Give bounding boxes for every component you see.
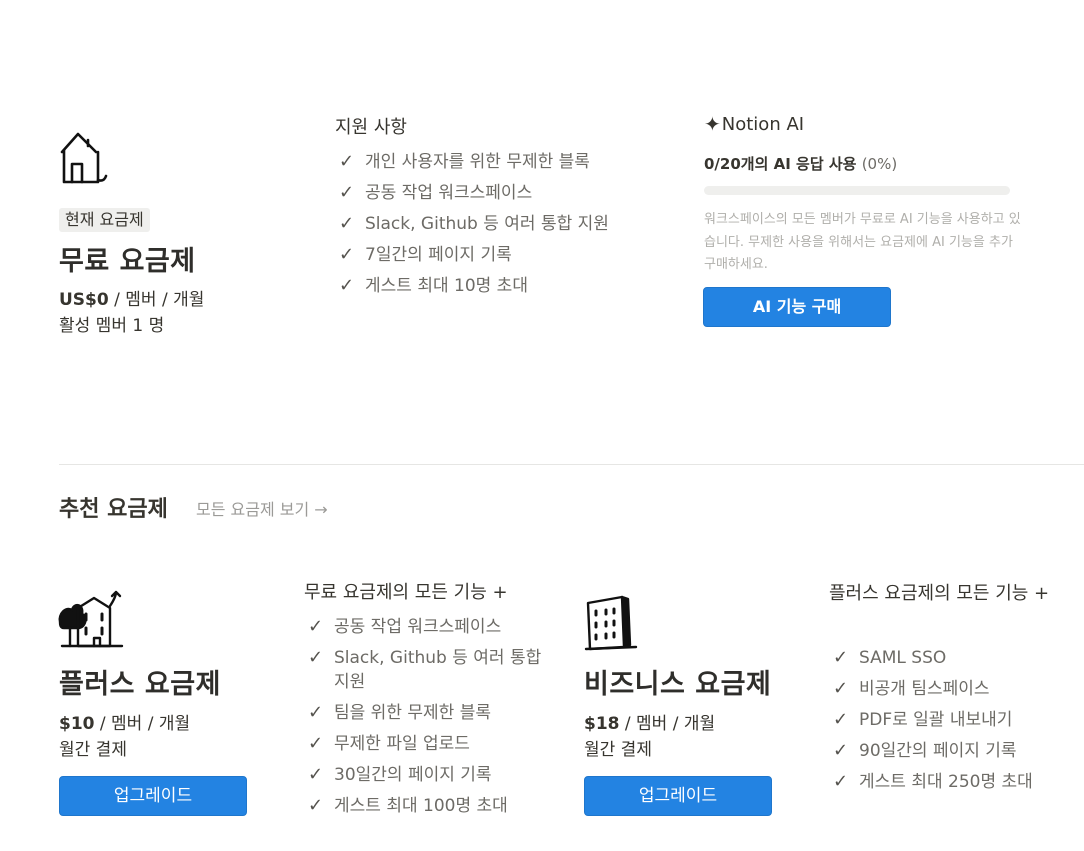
list-item: ✓ 공동 작업 워크스페이스 xyxy=(339,182,533,203)
plus-feature-list: ✓ 공동 작업 워크스페이스 ✓ Slack, Github 등 여러 통합 지원 … xyxy=(304,615,554,825)
list-item: ✓ 팀을 위한 무제한 블록 xyxy=(308,702,491,723)
sparkle-icon: ✦ xyxy=(704,112,721,136)
list-item: ✓ 게스트 최대 100명 초대 xyxy=(308,795,508,816)
office-building-icon xyxy=(584,595,640,651)
price-unit: / 멤버 / 개월 xyxy=(108,290,205,310)
price-unit: / 멤버 / 개월 xyxy=(619,714,716,734)
price-amount: $18 xyxy=(584,714,620,734)
checkmark-icon: ✓ xyxy=(339,182,355,203)
checkmark-icon: ✓ xyxy=(339,213,355,234)
price-unit: / 멤버 / 개월 xyxy=(94,714,191,734)
current-plan-name: 무료 요금제 xyxy=(59,246,196,277)
list-item: ✓ 공동 작업 워크스페이스 xyxy=(308,616,502,637)
list-item: ✓ PDF로 일괄 내보내기 xyxy=(833,709,1013,730)
support-title: 지원 사항 xyxy=(335,117,407,138)
ai-description: 워크스페이스의 모든 멤버가 무료로 AI 기능을 사용하고 있습니다. 무제한… xyxy=(704,212,1021,272)
plus-upgrade-button[interactable]: 업그레이드 xyxy=(59,776,247,816)
business-plan-name: 비즈니스 요금제 xyxy=(584,669,772,700)
ai-usage-progress-bar xyxy=(704,186,1010,195)
support-feature-list: ✓ 개인 사용자를 위한 무제한 블록 ✓ 공동 작업 워크스페이스 ✓ Slack,… xyxy=(335,150,665,305)
list-item: ✓ 개인 사용자를 위한 무제한 블록 xyxy=(339,151,590,172)
current-plan-badge: 현재 요금제 xyxy=(59,208,150,232)
plus-plan-name: 플러스 요금제 xyxy=(59,669,221,700)
plus-features-title: 무료 요금제의 모든 기능 + xyxy=(304,582,508,603)
checkmark-icon: ✓ xyxy=(339,151,355,172)
list-item: ✓ 30일간의 페이지 기록 xyxy=(308,764,492,785)
townhouse-icon xyxy=(58,588,124,650)
checkmark-icon: ✓ xyxy=(833,740,849,761)
section-divider xyxy=(59,464,1084,465)
list-item: ✓ Slack, Github 등 여러 통합 지원 xyxy=(339,213,609,234)
business-feature-list: ✓ SAML SSO ✓ 비공개 팀스페이스 ✓ PDF로 일괄 내보내기 ✓ 90일간… xyxy=(829,646,1079,801)
view-all-plans-link[interactable]: 모든 요금제 보기 → xyxy=(196,496,328,520)
price-amount: $10 xyxy=(59,714,95,734)
business-features-title: 플러스 요금제의 모든 기능 + xyxy=(829,583,1050,604)
ai-usage-text: 0/20개의 AI 응답 사용 (0%) xyxy=(704,155,898,173)
checkmark-icon: ✓ xyxy=(339,275,355,296)
checkmark-icon: ✓ xyxy=(833,678,849,699)
plus-plan-price: $10 / 멤버 / 개월 xyxy=(59,711,190,737)
recommended-title: 추천 요금제 xyxy=(59,497,168,522)
checkmark-icon: ✓ xyxy=(308,795,324,816)
list-item: ✓ 무제한 파일 업로드 xyxy=(308,733,470,754)
checkmark-icon: ✓ xyxy=(339,244,355,265)
list-item: ✓ 7일간의 페이지 기록 xyxy=(339,244,512,265)
checkmark-icon: ✓ xyxy=(308,616,324,637)
house-icon xyxy=(58,130,108,186)
list-item: ✓ SAML SSO xyxy=(833,647,947,668)
buy-ai-button[interactable]: AI 기능 구매 xyxy=(703,287,891,327)
checkmark-icon: ✓ xyxy=(308,702,324,723)
list-item: ✓ 게스트 최대 10명 초대 xyxy=(339,275,528,296)
list-item: ✓ 비공개 팀스페이스 xyxy=(833,678,990,699)
business-plan-price: $18 / 멤버 / 개월 xyxy=(584,711,715,737)
active-members: 활성 멤버 1 명 xyxy=(59,316,165,336)
business-upgrade-button[interactable]: 업그레이드 xyxy=(584,776,772,816)
checkmark-icon: ✓ xyxy=(308,647,324,668)
checkmark-icon: ✓ xyxy=(833,647,849,668)
checkmark-icon: ✓ xyxy=(833,709,849,730)
checkmark-icon: ✓ xyxy=(308,764,324,785)
notion-ai-title: ✦ Notion AI xyxy=(704,112,805,136)
list-item: ✓ Slack, Github 등 여러 통합 지원 xyxy=(308,647,542,692)
checkmark-icon: ✓ xyxy=(308,733,324,754)
plus-billing: 월간 결제 xyxy=(59,740,127,760)
current-plan-price: US$0 / 멤버 / 개월 xyxy=(59,287,204,313)
list-item: ✓ 90일간의 페이지 기록 xyxy=(833,740,1017,761)
price-amount: US$0 xyxy=(59,290,109,310)
list-item: ✓ 게스트 최대 250명 초대 xyxy=(833,771,1033,792)
checkmark-icon: ✓ xyxy=(833,771,849,792)
business-billing: 월간 결제 xyxy=(584,740,652,760)
